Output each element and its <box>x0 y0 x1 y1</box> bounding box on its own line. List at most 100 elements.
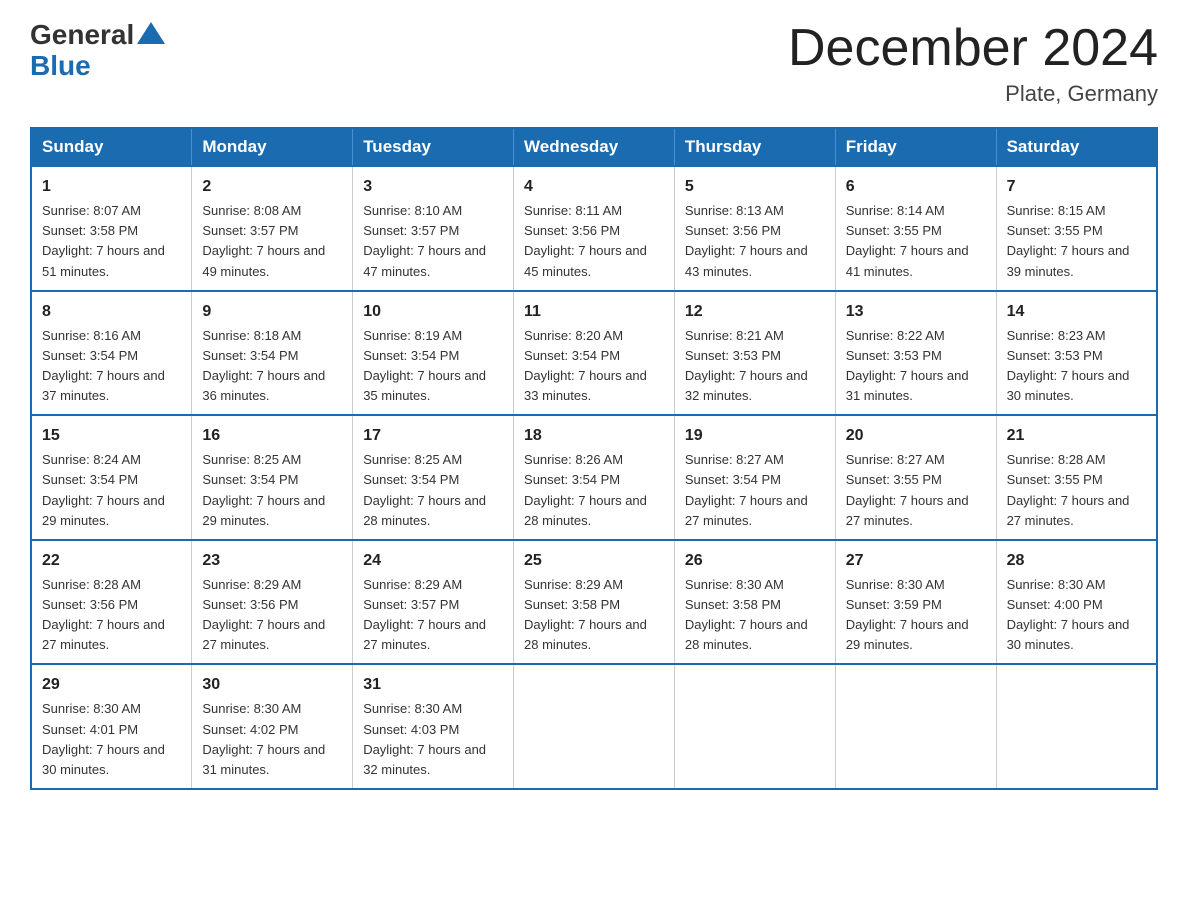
logo: General Blue <box>30 20 165 82</box>
calendar-day-28: 28 Sunrise: 8:30 AMSunset: 4:00 PMDaylig… <box>996 540 1157 665</box>
day-number: 3 <box>363 175 503 199</box>
logo-blue-text: Blue <box>30 51 91 82</box>
calendar-week-4: 22 Sunrise: 8:28 AMSunset: 3:56 PMDaylig… <box>31 540 1157 665</box>
weekday-header-friday: Friday <box>835 128 996 166</box>
day-number: 10 <box>363 300 503 324</box>
calendar-day-empty <box>674 664 835 789</box>
day-number: 8 <box>42 300 181 324</box>
day-info: Sunrise: 8:29 AMSunset: 3:58 PMDaylight:… <box>524 577 647 652</box>
weekday-header-saturday: Saturday <box>996 128 1157 166</box>
day-info: Sunrise: 8:18 AMSunset: 3:54 PMDaylight:… <box>202 328 325 403</box>
day-number: 20 <box>846 424 986 448</box>
location-text: Plate, Germany <box>788 81 1158 107</box>
calendar-day-empty <box>514 664 675 789</box>
day-number: 17 <box>363 424 503 448</box>
logo-triangle-icon <box>137 22 165 44</box>
day-number: 22 <box>42 549 181 573</box>
calendar-day-18: 18 Sunrise: 8:26 AMSunset: 3:54 PMDaylig… <box>514 415 675 540</box>
day-info: Sunrise: 8:30 AMSunset: 3:58 PMDaylight:… <box>685 577 808 652</box>
day-info: Sunrise: 8:26 AMSunset: 3:54 PMDaylight:… <box>524 452 647 527</box>
calendar-day-14: 14 Sunrise: 8:23 AMSunset: 3:53 PMDaylig… <box>996 291 1157 416</box>
day-info: Sunrise: 8:27 AMSunset: 3:54 PMDaylight:… <box>685 452 808 527</box>
calendar-week-1: 1 Sunrise: 8:07 AMSunset: 3:58 PMDayligh… <box>31 166 1157 291</box>
calendar-day-8: 8 Sunrise: 8:16 AMSunset: 3:54 PMDayligh… <box>31 291 192 416</box>
calendar-day-21: 21 Sunrise: 8:28 AMSunset: 3:55 PMDaylig… <box>996 415 1157 540</box>
calendar-week-2: 8 Sunrise: 8:16 AMSunset: 3:54 PMDayligh… <box>31 291 1157 416</box>
day-number: 9 <box>202 300 342 324</box>
calendar-day-25: 25 Sunrise: 8:29 AMSunset: 3:58 PMDaylig… <box>514 540 675 665</box>
calendar-day-empty <box>835 664 996 789</box>
calendar-day-29: 29 Sunrise: 8:30 AMSunset: 4:01 PMDaylig… <box>31 664 192 789</box>
calendar-day-6: 6 Sunrise: 8:14 AMSunset: 3:55 PMDayligh… <box>835 166 996 291</box>
day-info: Sunrise: 8:30 AMSunset: 4:02 PMDaylight:… <box>202 701 325 776</box>
day-info: Sunrise: 8:10 AMSunset: 3:57 PMDaylight:… <box>363 203 486 278</box>
calendar-day-2: 2 Sunrise: 8:08 AMSunset: 3:57 PMDayligh… <box>192 166 353 291</box>
day-info: Sunrise: 8:24 AMSunset: 3:54 PMDaylight:… <box>42 452 165 527</box>
calendar-day-30: 30 Sunrise: 8:30 AMSunset: 4:02 PMDaylig… <box>192 664 353 789</box>
day-number: 18 <box>524 424 664 448</box>
calendar-day-11: 11 Sunrise: 8:20 AMSunset: 3:54 PMDaylig… <box>514 291 675 416</box>
calendar-day-20: 20 Sunrise: 8:27 AMSunset: 3:55 PMDaylig… <box>835 415 996 540</box>
day-number: 31 <box>363 673 503 697</box>
calendar-day-17: 17 Sunrise: 8:25 AMSunset: 3:54 PMDaylig… <box>353 415 514 540</box>
calendar-day-10: 10 Sunrise: 8:19 AMSunset: 3:54 PMDaylig… <box>353 291 514 416</box>
day-number: 16 <box>202 424 342 448</box>
day-info: Sunrise: 8:21 AMSunset: 3:53 PMDaylight:… <box>685 328 808 403</box>
day-info: Sunrise: 8:30 AMSunset: 3:59 PMDaylight:… <box>846 577 969 652</box>
day-info: Sunrise: 8:19 AMSunset: 3:54 PMDaylight:… <box>363 328 486 403</box>
calendar-day-26: 26 Sunrise: 8:30 AMSunset: 3:58 PMDaylig… <box>674 540 835 665</box>
calendar-day-12: 12 Sunrise: 8:21 AMSunset: 3:53 PMDaylig… <box>674 291 835 416</box>
day-number: 2 <box>202 175 342 199</box>
day-info: Sunrise: 8:15 AMSunset: 3:55 PMDaylight:… <box>1007 203 1130 278</box>
day-info: Sunrise: 8:23 AMSunset: 3:53 PMDaylight:… <box>1007 328 1130 403</box>
weekday-header-wednesday: Wednesday <box>514 128 675 166</box>
day-info: Sunrise: 8:11 AMSunset: 3:56 PMDaylight:… <box>524 203 647 278</box>
day-info: Sunrise: 8:25 AMSunset: 3:54 PMDaylight:… <box>363 452 486 527</box>
calendar-day-22: 22 Sunrise: 8:28 AMSunset: 3:56 PMDaylig… <box>31 540 192 665</box>
day-number: 7 <box>1007 175 1146 199</box>
weekday-header-monday: Monday <box>192 128 353 166</box>
day-number: 27 <box>846 549 986 573</box>
day-number: 23 <box>202 549 342 573</box>
day-number: 26 <box>685 549 825 573</box>
day-number: 5 <box>685 175 825 199</box>
day-number: 15 <box>42 424 181 448</box>
day-number: 24 <box>363 549 503 573</box>
day-info: Sunrise: 8:28 AMSunset: 3:56 PMDaylight:… <box>42 577 165 652</box>
calendar-day-23: 23 Sunrise: 8:29 AMSunset: 3:56 PMDaylig… <box>192 540 353 665</box>
weekday-header-row: SundayMondayTuesdayWednesdayThursdayFrid… <box>31 128 1157 166</box>
calendar-day-27: 27 Sunrise: 8:30 AMSunset: 3:59 PMDaylig… <box>835 540 996 665</box>
day-number: 29 <box>42 673 181 697</box>
calendar-week-3: 15 Sunrise: 8:24 AMSunset: 3:54 PMDaylig… <box>31 415 1157 540</box>
calendar-day-4: 4 Sunrise: 8:11 AMSunset: 3:56 PMDayligh… <box>514 166 675 291</box>
day-info: Sunrise: 8:30 AMSunset: 4:01 PMDaylight:… <box>42 701 165 776</box>
logo-general-text: General <box>30 20 134 51</box>
day-info: Sunrise: 8:08 AMSunset: 3:57 PMDaylight:… <box>202 203 325 278</box>
day-info: Sunrise: 8:16 AMSunset: 3:54 PMDaylight:… <box>42 328 165 403</box>
title-block: December 2024 Plate, Germany <box>788 20 1158 107</box>
month-title: December 2024 <box>788 20 1158 77</box>
calendar-day-13: 13 Sunrise: 8:22 AMSunset: 3:53 PMDaylig… <box>835 291 996 416</box>
calendar-day-15: 15 Sunrise: 8:24 AMSunset: 3:54 PMDaylig… <box>31 415 192 540</box>
calendar-day-9: 9 Sunrise: 8:18 AMSunset: 3:54 PMDayligh… <box>192 291 353 416</box>
day-info: Sunrise: 8:22 AMSunset: 3:53 PMDaylight:… <box>846 328 969 403</box>
weekday-header-thursday: Thursday <box>674 128 835 166</box>
day-info: Sunrise: 8:13 AMSunset: 3:56 PMDaylight:… <box>685 203 808 278</box>
day-number: 30 <box>202 673 342 697</box>
day-number: 6 <box>846 175 986 199</box>
weekday-header-tuesday: Tuesday <box>353 128 514 166</box>
weekday-header-sunday: Sunday <box>31 128 192 166</box>
day-info: Sunrise: 8:29 AMSunset: 3:56 PMDaylight:… <box>202 577 325 652</box>
calendar-day-24: 24 Sunrise: 8:29 AMSunset: 3:57 PMDaylig… <box>353 540 514 665</box>
day-number: 19 <box>685 424 825 448</box>
day-info: Sunrise: 8:14 AMSunset: 3:55 PMDaylight:… <box>846 203 969 278</box>
day-info: Sunrise: 8:25 AMSunset: 3:54 PMDaylight:… <box>202 452 325 527</box>
calendar-day-16: 16 Sunrise: 8:25 AMSunset: 3:54 PMDaylig… <box>192 415 353 540</box>
day-number: 4 <box>524 175 664 199</box>
day-info: Sunrise: 8:30 AMSunset: 4:00 PMDaylight:… <box>1007 577 1130 652</box>
calendar-day-19: 19 Sunrise: 8:27 AMSunset: 3:54 PMDaylig… <box>674 415 835 540</box>
calendar-week-5: 29 Sunrise: 8:30 AMSunset: 4:01 PMDaylig… <box>31 664 1157 789</box>
day-number: 13 <box>846 300 986 324</box>
day-info: Sunrise: 8:27 AMSunset: 3:55 PMDaylight:… <box>846 452 969 527</box>
calendar-day-3: 3 Sunrise: 8:10 AMSunset: 3:57 PMDayligh… <box>353 166 514 291</box>
